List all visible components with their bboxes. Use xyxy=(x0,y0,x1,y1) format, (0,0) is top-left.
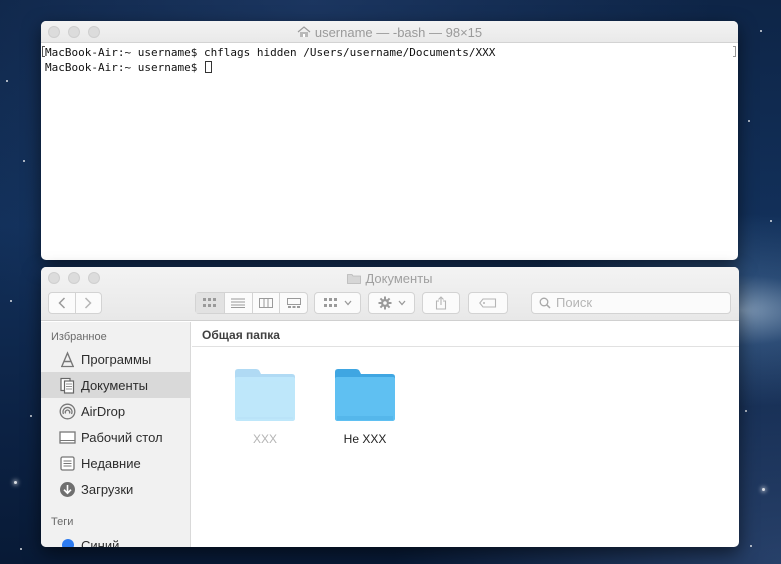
folder-icon xyxy=(347,274,362,284)
file-name: XXX xyxy=(252,432,277,446)
share-button[interactable] xyxy=(422,292,460,314)
action-button[interactable] xyxy=(368,292,415,314)
search-placeholder: Поиск xyxy=(556,295,593,310)
applications-icon xyxy=(61,350,74,367)
chevron-down-icon xyxy=(344,300,351,306)
sidebar-item-label: AirDrop xyxy=(81,403,126,419)
sidebar-item-airdrop[interactable]: AirDrop xyxy=(41,398,190,424)
star xyxy=(770,220,772,222)
terminal-output[interactable]: MacBook-Air:~ username$ chflags hidden /… xyxy=(41,43,738,260)
grid-icon xyxy=(202,298,216,307)
star xyxy=(20,548,22,550)
star xyxy=(745,410,747,412)
column-view-button[interactable] xyxy=(251,293,280,313)
grid-icon xyxy=(323,298,337,307)
list-icon xyxy=(231,298,246,308)
sidebar-item-label: Синий xyxy=(81,537,120,548)
group-by-button[interactable] xyxy=(314,292,361,314)
folder-icon xyxy=(335,369,395,421)
star xyxy=(6,80,8,82)
tags-button[interactable] xyxy=(468,292,508,314)
sidebar-item-label: Рабочий стол xyxy=(81,429,163,445)
sidebar-item-desktop[interactable]: Рабочий стол xyxy=(41,424,190,450)
view-mode-buttons xyxy=(195,292,308,314)
sidebar-item-label: Документы xyxy=(81,377,149,393)
desktop-icon xyxy=(59,430,76,444)
mark-bracket-icon xyxy=(733,46,736,57)
sidebar-item-documents[interactable]: Документы xyxy=(41,372,190,398)
folder-icon xyxy=(235,369,295,421)
share-icon xyxy=(435,296,447,310)
sidebar-item-label: Недавние xyxy=(81,455,141,471)
star xyxy=(30,415,32,417)
star xyxy=(760,30,762,32)
sidebar-item-recents[interactable]: Недавние xyxy=(41,450,190,476)
star xyxy=(750,545,752,547)
blue-tag-icon xyxy=(62,539,74,547)
forward-button[interactable] xyxy=(74,293,102,313)
mark-bracket-icon xyxy=(42,46,45,57)
chevron-left-icon xyxy=(58,297,65,309)
terminal-title: username — -bash — 98×15 xyxy=(314,25,483,40)
star xyxy=(14,481,17,484)
home-icon xyxy=(297,26,311,37)
sidebar-item-label: Загрузки xyxy=(81,481,134,497)
sidebar-item-tag-blue[interactable]: Синий xyxy=(41,532,190,547)
finder-window: Документы Поиск Избранное Программы Доку… xyxy=(41,267,739,547)
finder-toolbar: Документы Поиск xyxy=(41,267,739,321)
icon-view-button[interactable] xyxy=(196,293,224,313)
list-view-button[interactable] xyxy=(223,293,252,313)
terminal-line: MacBook-Air:~ username$ xyxy=(45,61,204,74)
folder-item-hidden[interactable]: XXX xyxy=(220,368,310,446)
tag-icon xyxy=(479,298,497,308)
star xyxy=(762,488,765,491)
sidebar-item-downloads[interactable]: Загрузки xyxy=(41,476,190,502)
chevron-down-icon xyxy=(398,300,405,306)
sidebar-item-label: Программы xyxy=(81,351,152,367)
terminal-window: username — -bash — 98×15 MacBook-Air:~ u… xyxy=(41,21,738,260)
gallery-icon xyxy=(286,298,301,308)
columns-icon xyxy=(258,298,273,308)
terminal-line: MacBook-Air:~ username$ chflags hidden /… xyxy=(45,46,496,59)
back-button[interactable] xyxy=(49,293,75,313)
star xyxy=(10,300,12,302)
file-name: Не XXX xyxy=(343,432,387,446)
gallery-view-button[interactable] xyxy=(279,293,307,313)
sidebar-heading-tags: Теги xyxy=(51,516,74,528)
star xyxy=(748,120,750,122)
downloads-icon xyxy=(60,481,75,497)
documents-icon xyxy=(60,377,75,394)
group-header: Общая папка xyxy=(192,322,739,347)
search-icon xyxy=(539,297,551,309)
terminal-titlebar[interactable]: username — -bash — 98×15 xyxy=(41,21,738,43)
recents-icon xyxy=(60,455,75,471)
star xyxy=(23,160,25,162)
finder-title: Документы xyxy=(365,271,433,286)
gear-icon xyxy=(378,296,391,310)
airdrop-icon xyxy=(59,403,76,419)
text-cursor xyxy=(204,61,212,73)
sidebar-item-applications[interactable]: Программы xyxy=(41,346,190,372)
search-input[interactable]: Поиск xyxy=(531,292,731,314)
file-browser: Общая папка XXX Не XXX xyxy=(192,322,739,547)
sidebar-heading-favorites: Избранное xyxy=(51,331,107,343)
navigation-buttons xyxy=(48,292,102,314)
sidebar: Избранное Программы Документы AirDrop Ра… xyxy=(41,322,191,547)
chevron-right-icon xyxy=(85,297,92,309)
folder-item[interactable]: Не XXX xyxy=(320,368,410,446)
